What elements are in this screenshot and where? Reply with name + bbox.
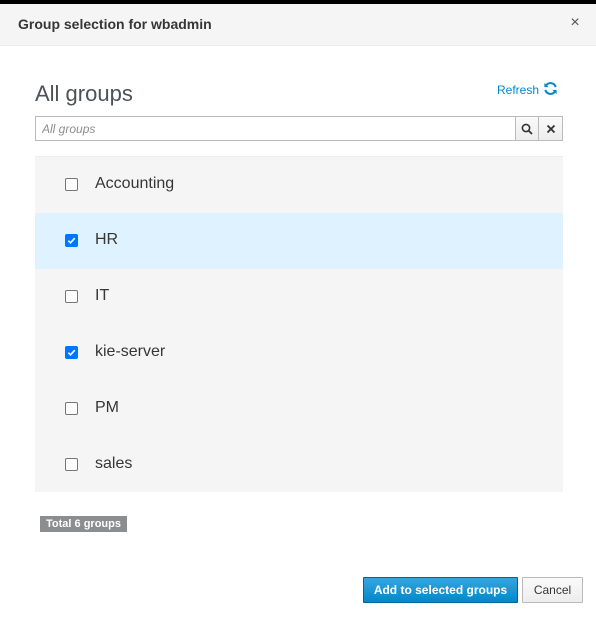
- group-row-it[interactable]: IT: [35, 269, 563, 325]
- dialog-header: Group selection for wbadmin ×: [0, 4, 596, 46]
- group-row-pm[interactable]: PM: [35, 381, 563, 437]
- group-label: kie-server: [95, 343, 166, 360]
- search-bar: [35, 116, 563, 141]
- group-list: Accounting HR IT kie-server PM sales: [35, 156, 563, 492]
- group-checkbox[interactable]: [65, 178, 78, 191]
- close-icon[interactable]: ×: [566, 14, 584, 32]
- group-checkbox[interactable]: [65, 346, 78, 359]
- group-label: sales: [95, 455, 133, 472]
- group-checkbox[interactable]: [65, 402, 78, 415]
- group-label: HR: [95, 231, 119, 248]
- group-label: IT: [95, 287, 110, 304]
- refresh-icon: [543, 81, 558, 99]
- search-button[interactable]: [515, 116, 539, 141]
- search-icon: [521, 123, 533, 135]
- group-row-hr[interactable]: HR: [35, 213, 563, 269]
- dialog-title: Group selection for wbadmin: [18, 16, 212, 32]
- clear-icon: [546, 124, 555, 133]
- search-input[interactable]: [35, 116, 515, 141]
- refresh-link[interactable]: Refresh: [497, 82, 558, 98]
- group-checkbox[interactable]: [65, 458, 78, 471]
- group-row-sales[interactable]: sales: [35, 437, 563, 493]
- clear-search-button[interactable]: [539, 116, 563, 141]
- checkmark-icon: [67, 349, 76, 357]
- cancel-button[interactable]: Cancel: [522, 577, 583, 603]
- total-count-badge: Total 6 groups: [40, 516, 127, 532]
- refresh-label: Refresh: [497, 83, 540, 97]
- group-checkbox[interactable]: [65, 234, 78, 247]
- group-label: PM: [95, 399, 119, 416]
- group-checkbox[interactable]: [65, 290, 78, 303]
- checkmark-icon: [67, 237, 76, 245]
- section-title: All groups: [35, 81, 133, 106]
- add-to-selected-groups-button[interactable]: Add to selected groups: [363, 577, 518, 603]
- group-row-kie-server[interactable]: kie-server: [35, 325, 563, 381]
- group-label: Accounting: [95, 175, 175, 192]
- group-row-accounting[interactable]: Accounting: [35, 157, 563, 213]
